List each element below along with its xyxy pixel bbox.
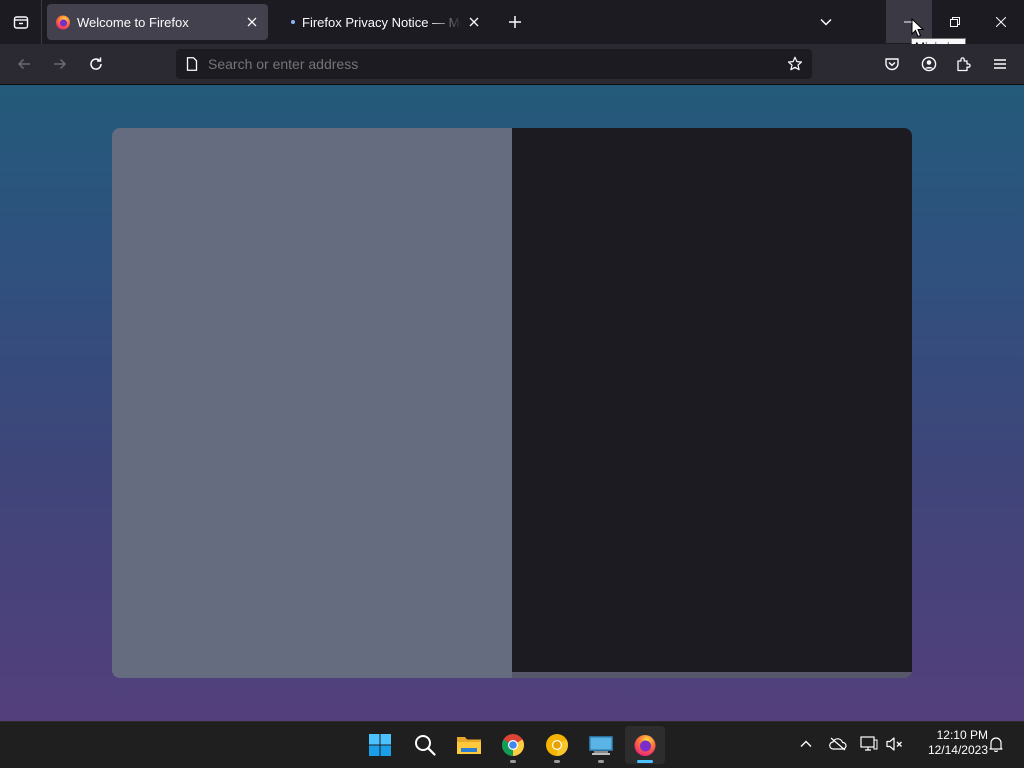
terminal-icon [589, 736, 613, 755]
terminal-button[interactable] [581, 726, 621, 764]
start-icon [369, 734, 391, 756]
back-button[interactable] [9, 49, 39, 79]
chrome-button[interactable] [493, 726, 533, 764]
page-icon [186, 57, 198, 71]
firefox-icon [634, 735, 656, 756]
star-icon [787, 56, 803, 71]
volume-muted-icon [886, 737, 902, 751]
taskbar: 12:10 PM 12/14/2023 [0, 721, 1024, 768]
show-hidden-icons-button[interactable] [794, 732, 818, 756]
firefox-taskbar-button[interactable] [625, 726, 665, 764]
address-bar[interactable] [176, 49, 812, 79]
running-indicator [554, 760, 560, 763]
notifications-button[interactable] [984, 732, 1008, 756]
system-clock[interactable]: 12:10 PM 12/14/2023 [912, 728, 988, 758]
welcome-modal [112, 128, 912, 678]
forward-button[interactable] [45, 49, 75, 79]
firefox-view-icon [13, 16, 28, 29]
restore-icon [950, 16, 960, 27]
network-icon [860, 736, 878, 751]
modal-right-footer [512, 672, 912, 678]
modal-right-panel [512, 128, 912, 672]
close-window-button[interactable] [978, 0, 1024, 43]
close-icon [996, 16, 1006, 27]
pocket-button[interactable] [877, 49, 907, 79]
account-icon [921, 56, 937, 72]
file-explorer-icon [457, 737, 481, 754]
reload-icon [90, 57, 102, 70]
puzzle-piece-icon [957, 57, 971, 72]
chrome-canary-button[interactable] [537, 726, 577, 764]
firefox-view-button[interactable] [0, 0, 42, 44]
list-all-tabs-button[interactable] [812, 8, 840, 36]
close-tab-button[interactable] [462, 10, 486, 34]
clock-time: 12:10 PM [936, 728, 988, 742]
tab-firefox-privacy-notice[interactable]: Firefox Privacy Notice — Mozilla [272, 4, 490, 40]
hamburger-menu-icon [994, 59, 1006, 69]
chevron-up-icon [800, 740, 812, 747]
onedrive-button[interactable] [826, 732, 850, 756]
extensions-button[interactable] [949, 49, 979, 79]
tab-title: Welcome to Firefox [77, 14, 189, 30]
close-tab-button[interactable] [240, 10, 264, 34]
search-icon [415, 735, 436, 756]
pocket-icon [885, 58, 899, 71]
taskbar-search-button[interactable] [405, 726, 445, 764]
address-input[interactable] [208, 56, 780, 72]
close-icon [247, 17, 257, 27]
arrow-left-icon [17, 58, 30, 70]
account-button[interactable] [914, 49, 944, 79]
firefox-favicon-icon [56, 15, 70, 30]
loading-dot-icon [291, 20, 295, 24]
tab-title: Firefox Privacy Notice — Mozilla [302, 14, 462, 30]
arrow-right-icon [54, 58, 67, 70]
file-explorer-button[interactable] [449, 726, 489, 764]
plus-icon [509, 16, 521, 28]
minimize-button[interactable] [886, 0, 932, 43]
running-indicator [598, 760, 604, 763]
restore-button[interactable] [932, 0, 978, 43]
mouse-cursor-icon [911, 18, 925, 38]
page-content [0, 85, 1024, 721]
network-button[interactable] [857, 732, 881, 756]
chevron-down-icon [820, 18, 832, 26]
modal-left-panel [112, 128, 512, 678]
onedrive-offline-icon [829, 737, 847, 751]
running-indicator [510, 760, 516, 763]
notification-bell-icon [989, 737, 1003, 752]
volume-button[interactable] [883, 732, 907, 756]
chrome-icon [502, 734, 524, 756]
chrome-canary-icon [546, 734, 568, 756]
close-icon [469, 17, 479, 27]
navigation-toolbar [0, 44, 1024, 85]
start-button[interactable] [360, 726, 400, 764]
running-indicator [637, 760, 653, 763]
tab-strip: Welcome to Firefox Firefox Privacy Notic… [0, 0, 1024, 44]
tab-welcome-to-firefox[interactable]: Welcome to Firefox [47, 4, 268, 40]
menu-button[interactable] [985, 49, 1015, 79]
new-tab-button[interactable] [501, 8, 529, 36]
bookmark-star-button[interactable] [780, 49, 810, 79]
reload-button[interactable] [81, 49, 111, 79]
clock-date: 12/14/2023 [927, 743, 988, 757]
